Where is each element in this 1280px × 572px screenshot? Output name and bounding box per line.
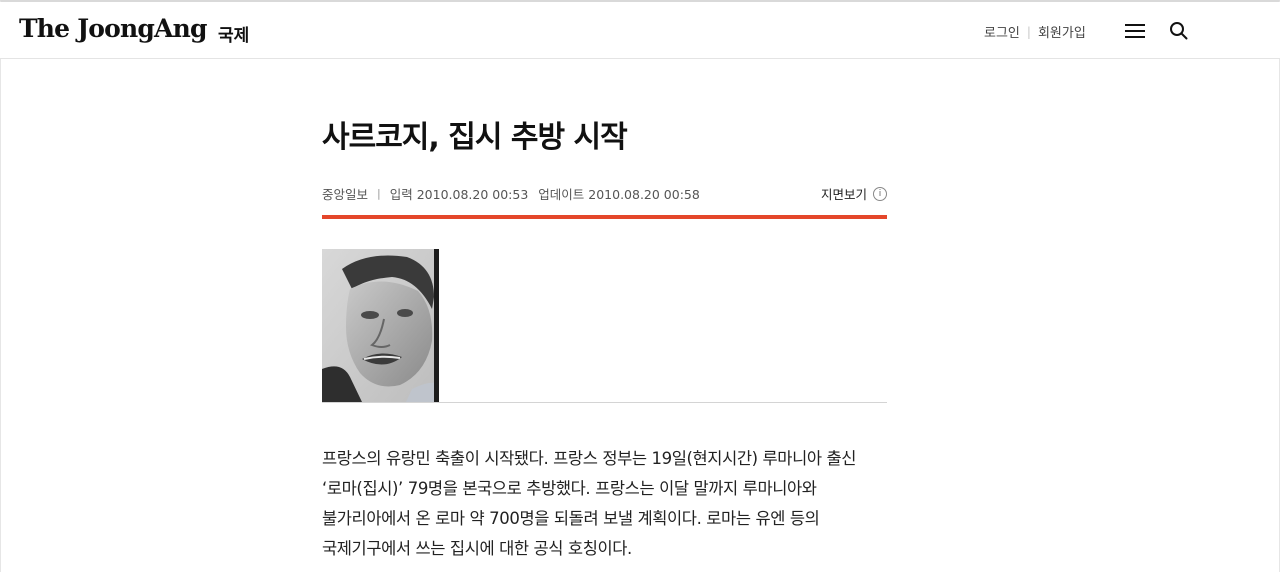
body-paragraph-line: 프랑스의 유랑민 축출이 시작됐다. 프랑스 정부는 19일(현지시간) 루마니… bbox=[322, 449, 857, 468]
photo-divider bbox=[322, 402, 887, 403]
body-paragraph-line: ‘로마(집시)’ 79명을 본국으로 추방했다. 프랑스는 이달 말까지 루마니… bbox=[322, 479, 817, 498]
paper-view-button[interactable]: 지면보기 i bbox=[821, 184, 887, 203]
login-link[interactable]: 로그인 bbox=[984, 22, 1020, 41]
signup-link[interactable]: 회원가입 bbox=[1038, 22, 1086, 41]
site-header: The JoongAng 국제 로그인 | 회원가입 bbox=[0, 2, 1280, 59]
auth-divider: | bbox=[1026, 24, 1031, 39]
article-body: 프랑스의 유랑민 축출이 시작됐다. 프랑스 정부는 19일(현지시간) 루마니… bbox=[322, 444, 887, 564]
search-icon[interactable] bbox=[1168, 20, 1190, 42]
article-title: 사르코지, 집시 추방 시작 bbox=[322, 120, 628, 155]
body-paragraph-line: 국제기구에서 쓰는 집시에 대한 공식 호칭이다. bbox=[322, 539, 632, 558]
paper-view-label: 지면보기 bbox=[820, 187, 867, 202]
article-meta: 중앙일보 | 입력 2010.08.20 00:53 업데이트 2010.08.… bbox=[322, 184, 887, 203]
hamburger-menu-icon[interactable] bbox=[1124, 19, 1148, 41]
info-icon[interactable]: i bbox=[873, 186, 887, 201]
article-source: 중앙일보 bbox=[322, 187, 369, 202]
auth-links: 로그인 | 회원가입 bbox=[984, 22, 1086, 42]
site-logo[interactable]: The JoongAng bbox=[19, 14, 207, 43]
meta-divider: | bbox=[377, 187, 381, 200]
article-photo bbox=[322, 249, 439, 402]
body-paragraph-line: 불가리아에서 온 로마 약 700명을 되돌려 보낼 계획이다. 로마는 유엔 … bbox=[322, 509, 820, 528]
updated-time: 업데이트 2010.08.20 00:58 bbox=[538, 187, 700, 202]
published-time: 입력 2010.08.20 00:53 bbox=[389, 187, 529, 202]
section-title[interactable]: 국제 bbox=[218, 21, 249, 46]
title-divider bbox=[322, 215, 887, 219]
